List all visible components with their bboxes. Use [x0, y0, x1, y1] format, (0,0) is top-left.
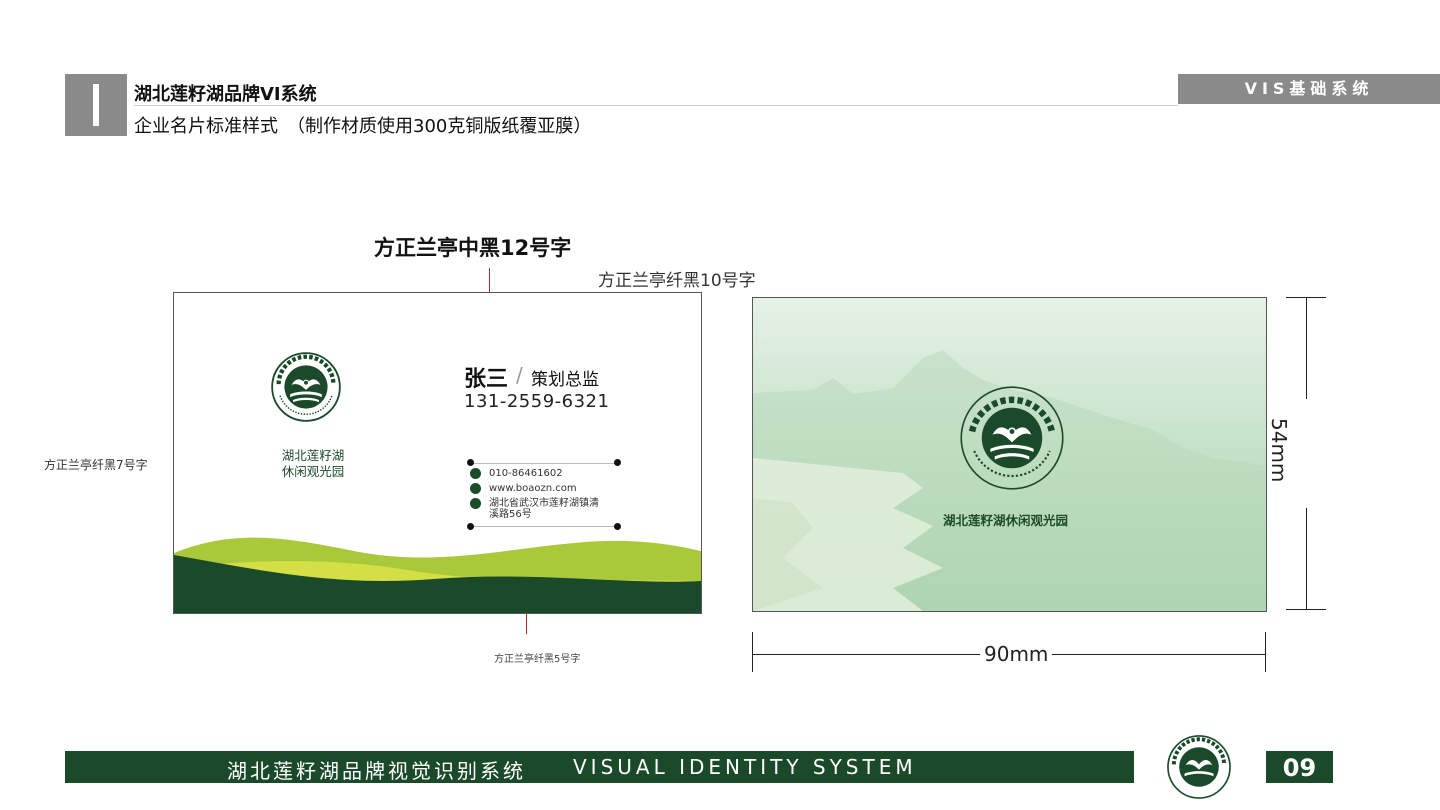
location-pin-icon [470, 498, 481, 509]
business-card-back: 湖北莲籽湖休闲观光园 [752, 297, 1267, 612]
contact-address: 湖北省武汉市莲籽湖镇清 溪路56号 [489, 498, 599, 520]
contact-address-line1: 湖北省武汉市莲籽湖镇清 [489, 498, 599, 509]
annotation-contact-font: 方正兰亭纤黑5号字 [494, 654, 581, 665]
phone-icon [470, 468, 481, 479]
section-tag: VIS基础系统 [1178, 74, 1440, 104]
contact-website-row: www.boaozn.com [470, 483, 577, 494]
footer-title-cn: 湖北莲籽湖品牌视觉识别系统 [227, 759, 526, 783]
page-subtitle: 企业名片标准样式 （制作材质使用300克铜版纸覆亚膜） [134, 116, 592, 137]
logo-caption-line1: 湖北莲籽湖 [281, 448, 345, 463]
page-title: 湖北莲籽湖品牌VI系统 [134, 84, 317, 105]
contact-phone-row: 010-86461602 [470, 468, 563, 479]
footer-bar: 湖北莲籽湖品牌视觉识别系统 VISUAL IDENTITY SYSTEM [65, 751, 1134, 783]
logo-caption-line2: 休闲观光园 [281, 464, 345, 479]
hills-decoration [174, 537, 701, 613]
contact-address-line2: 溪路56号 [489, 509, 532, 520]
garden-logo-large [960, 386, 1064, 490]
section-marker-bar [93, 84, 99, 126]
card-holder-title: 策划总监 [531, 370, 599, 390]
contact-top-rule [470, 463, 618, 464]
dimension-line-height-top [1306, 297, 1307, 399]
header-divider [134, 105, 1178, 106]
footer-logo [1167, 735, 1231, 799]
annotation-logo-font: 方正兰亭纤黑7号字 [44, 458, 148, 472]
corner-dot [614, 523, 621, 530]
dimension-line-height-bottom [1306, 508, 1307, 610]
footer-title-en: VISUAL IDENTITY SYSTEM [573, 755, 917, 779]
back-logo-caption: 湖北莲籽湖休闲观光园 [943, 513, 1069, 528]
business-card-front: 湖北莲籽湖 休闲观光园 张三 / 策划总监 131-2559-6321 010-… [173, 292, 702, 614]
contact-bottom-rule [470, 526, 618, 527]
contact-address-row: 湖北省武汉市莲籽湖镇清 溪路56号 [470, 498, 599, 520]
page-number: 09 [1266, 751, 1333, 783]
corner-dot [614, 459, 621, 466]
dimension-width-label: 90mm [980, 642, 1053, 666]
name-title-separator: / [516, 363, 523, 387]
annotation-name-font: 方正兰亭中黑12号字 [374, 236, 572, 260]
garden-logo [271, 352, 341, 422]
dimension-tick-left [752, 632, 753, 672]
logo-caption: 湖北莲籽湖 休闲观光园 [274, 448, 352, 480]
corner-dot [467, 459, 474, 466]
contact-info-box: 010-86461602 www.boaozn.com 湖北省武汉市莲籽湖镇清 … [467, 459, 621, 530]
card-mobile-number: 131-2559-6321 [464, 391, 610, 412]
contact-website: www.boaozn.com [489, 483, 577, 494]
corner-dot [467, 523, 474, 530]
dimension-height-label: 54mm [1267, 418, 1291, 483]
card-holder-name: 张三 [464, 367, 509, 392]
section-marker-block [65, 74, 127, 136]
globe-icon [470, 483, 481, 494]
contact-phone: 010-86461602 [489, 468, 563, 479]
dimension-tick-right [1265, 632, 1266, 672]
annotation-title-font: 方正兰亭纤黑10号字 [598, 271, 756, 291]
